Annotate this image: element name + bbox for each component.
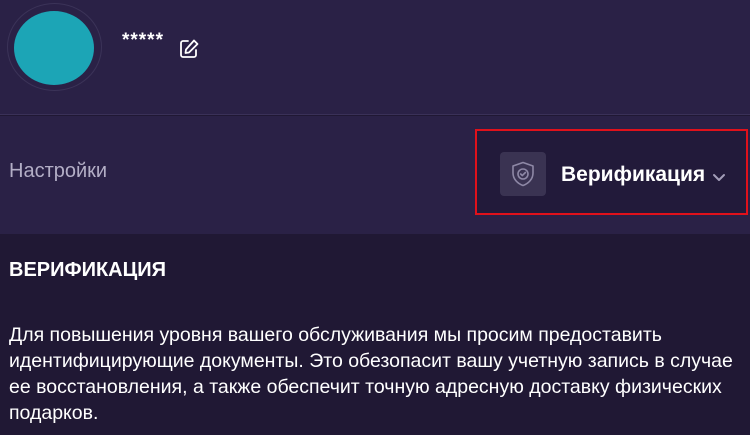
verification-section: ВЕРИФИКАЦИЯ Для повышения уровня вашего …: [0, 234, 750, 435]
settings-label: Настройки: [9, 160, 108, 182]
shield-check-icon: [512, 161, 534, 187]
verification-description: Для повышения уровня вашего обслуживания…: [9, 324, 733, 424]
username: *****: [122, 30, 164, 51]
settings-bar: Настройки Верификация: [0, 116, 750, 234]
profile-header: *****: [0, 0, 750, 115]
avatar[interactable]: [14, 11, 94, 85]
edit-icon[interactable]: [178, 38, 200, 60]
verification-dropdown[interactable]: Верификация: [475, 129, 748, 215]
dropdown-selected-label: Верификация: [561, 163, 706, 186]
chevron-down-icon: [712, 169, 726, 187]
shield-icon-box: [500, 152, 546, 196]
section-title: ВЕРИФИКАЦИЯ: [9, 259, 166, 281]
